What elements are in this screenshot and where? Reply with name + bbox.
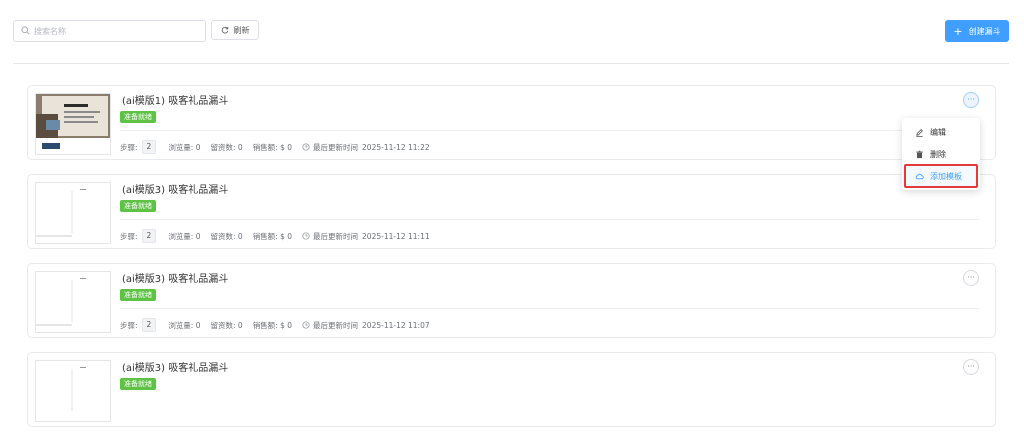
- menu-item-label: 删除: [930, 149, 946, 159]
- actions-dropdown: 编辑 删除 添加模板: [902, 118, 980, 190]
- edit-icon: [916, 128, 923, 137]
- views-stat: 浏览量: 0: [168, 142, 201, 152]
- card-divider: [120, 130, 980, 131]
- status-badge: 准备就绪: [120, 378, 156, 390]
- blank-page-icon[interactable]: [35, 271, 111, 333]
- status-badge: 准备就绪: [120, 200, 156, 212]
- funnel-stats: 步骤: 2 浏览量: 0 留资数: 0 销售额: $ 0 最后更新时间 2025…: [120, 140, 430, 154]
- more-icon: ···: [967, 362, 975, 371]
- sales-stat: 销售额: $ 0: [252, 142, 293, 152]
- steps-value: 2: [141, 318, 157, 332]
- blank-page-icon[interactable]: [35, 360, 111, 422]
- card-divider: [120, 308, 980, 309]
- search-icon: [21, 26, 30, 35]
- funnel-stats: 步骤: 2 浏览量: 0 留资数: 0 销售额: $ 0 最后更新时间 2025…: [120, 229, 430, 243]
- menu-item-add-template[interactable]: 添加模板: [902, 164, 980, 188]
- status-badge: 准备就绪: [120, 289, 156, 301]
- status-badge: 准备就绪: [120, 111, 156, 123]
- create-funnel-button[interactable]: + 创建漏斗: [945, 20, 1009, 42]
- menu-item-label: 编辑: [930, 127, 946, 137]
- more-actions-button[interactable]: ···: [963, 92, 979, 108]
- toolbar: 刷新 + 创建漏斗: [13, 20, 1009, 42]
- steps-value: 2: [141, 140, 157, 154]
- leads-stat: 留资数: 0: [210, 142, 243, 152]
- funnel-title[interactable]: (ai模版1) 吸客礼品漏斗: [122, 92, 228, 107]
- views-stat: 浏览量: 0: [168, 320, 201, 330]
- views-stat: 浏览量: 0: [168, 231, 201, 241]
- sales-stat: 销售额: $ 0: [252, 231, 293, 241]
- clock-icon: [302, 232, 310, 240]
- funnel-title[interactable]: (ai模版3) 吸客礼品漏斗: [122, 181, 228, 196]
- image-template-icon[interactable]: [35, 93, 111, 155]
- search-input[interactable]: [34, 23, 199, 39]
- funnel-card[interactable]: (ai模版1) 吸客礼品漏斗 准备就绪 步骤: 2 浏览量: 0 留资数: 0 …: [27, 85, 996, 160]
- search-box[interactable]: [13, 20, 206, 42]
- trash-icon: [916, 150, 923, 158]
- create-funnel-label: 创建漏斗: [968, 26, 1001, 36]
- divider: [13, 63, 1009, 64]
- sales-stat: 销售额: $ 0: [252, 320, 293, 330]
- funnel-card[interactable]: (ai模版3) 吸客礼品漏斗 准备就绪 步骤: 2 浏览量: 0 留资数: 0 …: [27, 174, 996, 249]
- clock-icon: [302, 321, 310, 329]
- menu-item-edit[interactable]: 编辑: [902, 121, 980, 143]
- blank-page-icon[interactable]: [35, 182, 111, 244]
- funnel-card[interactable]: (ai模版3) 吸客礼品漏斗 准备就绪 ···: [27, 352, 996, 427]
- refresh-icon: [221, 26, 228, 34]
- plus-icon: +: [953, 24, 963, 38]
- leads-stat: 留资数: 0: [210, 231, 243, 241]
- more-icon: ···: [967, 95, 975, 104]
- steps-value: 2: [141, 229, 157, 243]
- leads-stat: 留资数: 0: [210, 320, 243, 330]
- steps-label: 步骤:: [120, 231, 138, 241]
- updated-time: 2025-11-12 11:07: [362, 320, 430, 330]
- refresh-label: 刷新: [233, 25, 250, 35]
- more-actions-button[interactable]: ···: [963, 359, 979, 375]
- steps-label: 步骤:: [120, 320, 138, 330]
- highlight-box: [904, 164, 978, 188]
- updated-label: 最后更新时间: [313, 231, 359, 241]
- updated-time: 2025-11-12 11:11: [362, 231, 430, 241]
- refresh-button[interactable]: 刷新: [211, 20, 259, 40]
- steps-label: 步骤:: [120, 142, 138, 152]
- clock-icon: [302, 143, 310, 151]
- funnel-stats: 步骤: 2 浏览量: 0 留资数: 0 销售额: $ 0 最后更新时间 2025…: [120, 318, 430, 332]
- updated-label: 最后更新时间: [313, 142, 359, 152]
- funnel-card[interactable]: (ai模版3) 吸客礼品漏斗 准备就绪 步骤: 2 浏览量: 0 留资数: 0 …: [27, 263, 996, 338]
- card-divider: [120, 219, 980, 220]
- funnel-title[interactable]: (ai模版3) 吸客礼品漏斗: [122, 359, 228, 374]
- menu-item-delete[interactable]: 删除: [902, 143, 980, 165]
- updated-label: 最后更新时间: [313, 320, 359, 330]
- updated-time: 2025-11-12 11:22: [362, 142, 430, 152]
- more-actions-button[interactable]: ···: [963, 270, 979, 286]
- more-icon: ···: [967, 273, 975, 282]
- funnel-title[interactable]: (ai模版3) 吸客礼品漏斗: [122, 270, 228, 285]
- funnel-list: (ai模版1) 吸客礼品漏斗 准备就绪 步骤: 2 浏览量: 0 留资数: 0 …: [27, 85, 996, 441]
